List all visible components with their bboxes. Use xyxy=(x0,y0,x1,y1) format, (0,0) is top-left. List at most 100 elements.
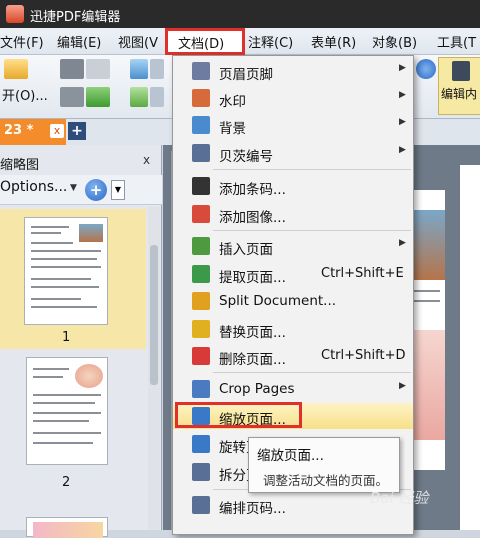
document-icon[interactable] xyxy=(86,59,110,79)
page-number-label: 1 xyxy=(62,330,71,345)
toolbar-misc-icon-2[interactable] xyxy=(150,87,164,107)
menu-item-label: 删除页面... xyxy=(219,352,286,368)
thumbnail-panel: 缩略图 x Options... ▼ + ▼ 1 2 xyxy=(0,145,162,538)
page-photo-image xyxy=(33,522,103,538)
page-number-label: 2 xyxy=(62,475,71,490)
page-thumbnail-1[interactable] xyxy=(24,217,108,325)
text-line xyxy=(410,290,440,292)
page-photo-image xyxy=(410,210,445,280)
document-tab-label: 23 * xyxy=(4,123,34,138)
menu-item-label: 替换页面... xyxy=(219,325,286,341)
text-line xyxy=(33,412,101,414)
text-line xyxy=(31,286,99,288)
thumbnail-options-bar: Options... ▼ + ▼ xyxy=(0,175,162,205)
open-folder-icon[interactable] xyxy=(4,59,28,79)
menu-tools[interactable]: 工具(T xyxy=(437,32,476,52)
submenu-arrow-icon: ▶ xyxy=(399,238,406,248)
menu-item-add-image[interactable]: 添加图像... xyxy=(173,201,413,227)
submenu-arrow-icon: ▶ xyxy=(399,117,406,127)
document-page-2[interactable] xyxy=(460,165,480,530)
menu-item-label: 插入页面 xyxy=(219,242,273,258)
page-thumbnail-3[interactable] xyxy=(26,517,108,538)
open-button-label[interactable]: 开(O)... xyxy=(2,85,48,104)
thumbnail-scrollbar-thumb[interactable] xyxy=(150,245,158,385)
menu-item-shortcut: Ctrl+Shift+D xyxy=(321,348,406,363)
menu-item-crop-pages[interactable]: Crop Pages ▶ xyxy=(173,376,413,402)
forward-arrow-icon[interactable] xyxy=(130,87,148,107)
text-line xyxy=(33,394,101,396)
page-photo-image xyxy=(75,364,103,388)
menu-item-shortcut: Ctrl+Shift+E xyxy=(321,266,404,281)
print-icon[interactable] xyxy=(60,87,84,107)
zoom-dropdown-chevron-icon[interactable]: ▼ xyxy=(111,180,125,200)
menu-item-insert-page[interactable]: 插入页面 ▶ xyxy=(173,233,413,259)
menu-edit[interactable]: 编辑(E) xyxy=(57,32,101,52)
new-tab-button[interactable]: + xyxy=(68,122,86,140)
toolbar-misc-icon[interactable] xyxy=(150,59,164,79)
menu-file[interactable]: 文件(F) xyxy=(0,32,44,52)
edit-text-icon xyxy=(452,61,470,81)
text-line xyxy=(31,266,101,268)
menu-item-label: 贝茨编号 xyxy=(219,149,273,165)
menu-item-label: Split Document... xyxy=(219,293,337,309)
barcode-icon xyxy=(192,177,210,195)
menu-bar: 文件(F) 编辑(E) 视图(V 文档(D) 注释(C) 表单(R) 对象(B)… xyxy=(0,28,480,55)
crop-pages-icon xyxy=(192,380,210,398)
page-photo-image xyxy=(410,330,445,440)
menu-comment[interactable]: 注释(C) xyxy=(248,32,293,52)
rotate-page-icon xyxy=(192,435,210,453)
submenu-arrow-icon: ▶ xyxy=(399,63,406,73)
menu-item-header-footer[interactable]: 页眉页脚 ▶ xyxy=(173,58,413,84)
menu-item-delete-page[interactable]: 删除页面... Ctrl+Shift+D xyxy=(173,343,413,369)
zoom-tool-icon[interactable] xyxy=(416,59,436,79)
menu-item-label: 添加图像... xyxy=(219,210,286,226)
tab-close-icon[interactable]: x xyxy=(50,124,64,138)
email-icon[interactable] xyxy=(86,87,110,107)
menu-item-extract-page[interactable]: 提取页面... Ctrl+Shift+E xyxy=(173,261,413,287)
menu-item-add-barcode[interactable]: 添加条码... xyxy=(173,173,413,199)
chevron-down-icon[interactable]: ▼ xyxy=(70,183,77,193)
menu-item-label: Crop Pages xyxy=(219,381,295,397)
menu-document[interactable]: 文档(D) xyxy=(165,28,245,55)
replace-page-icon xyxy=(192,320,210,338)
text-line xyxy=(33,376,63,378)
menu-item-split-document[interactable]: Split Document... xyxy=(173,288,413,314)
menu-form[interactable]: 表单(R) xyxy=(311,32,356,52)
text-line xyxy=(31,250,101,252)
menu-view[interactable]: 视图(V xyxy=(118,32,158,52)
menu-item-bates-number[interactable]: 贝茨编号 ▶ xyxy=(173,140,413,166)
zoom-in-icon[interactable]: + xyxy=(85,179,107,201)
menu-item-label: 页眉页脚 xyxy=(219,67,273,83)
bates-number-icon xyxy=(192,144,210,162)
edit-content-label[interactable]: 编辑内 xyxy=(441,85,477,102)
split-document-icon xyxy=(192,292,210,310)
options-button[interactable]: Options... xyxy=(0,179,67,201)
text-line xyxy=(31,278,91,280)
submenu-arrow-icon: ▶ xyxy=(399,90,406,100)
menu-separator xyxy=(213,169,411,170)
page-thumbnail-2[interactable] xyxy=(26,357,108,465)
tooltip: 缩放页面... 调整活动文档的页面。 xyxy=(248,437,400,493)
menu-item-label: 提取页面... xyxy=(219,270,286,286)
tooltip-title: 缩放页面... xyxy=(257,448,324,464)
extract-page-icon xyxy=(192,265,210,283)
add-image-icon xyxy=(192,205,210,223)
menu-item-watermark[interactable]: 水印 ▶ xyxy=(173,85,413,111)
menu-object[interactable]: 对象(B) xyxy=(372,32,417,52)
text-line xyxy=(31,306,97,308)
back-arrow-icon[interactable] xyxy=(130,59,148,79)
scanner-icon[interactable] xyxy=(60,59,84,79)
menu-item-label: 背景 xyxy=(219,121,246,137)
watermark-icon xyxy=(192,89,210,107)
app-logo-icon xyxy=(6,5,24,23)
text-line xyxy=(31,258,97,260)
baidu-watermark: Bai 经验 xyxy=(370,489,429,507)
text-line xyxy=(33,442,93,444)
highlight-outline xyxy=(175,402,302,428)
menu-item-replace-page[interactable]: 替换页面... xyxy=(173,316,413,342)
menu-item-background[interactable]: 背景 ▶ xyxy=(173,112,413,138)
text-line xyxy=(33,432,101,434)
thumbnail-panel-close-icon[interactable]: x xyxy=(143,153,150,167)
text-line xyxy=(31,232,61,234)
delete-page-icon xyxy=(192,347,210,365)
